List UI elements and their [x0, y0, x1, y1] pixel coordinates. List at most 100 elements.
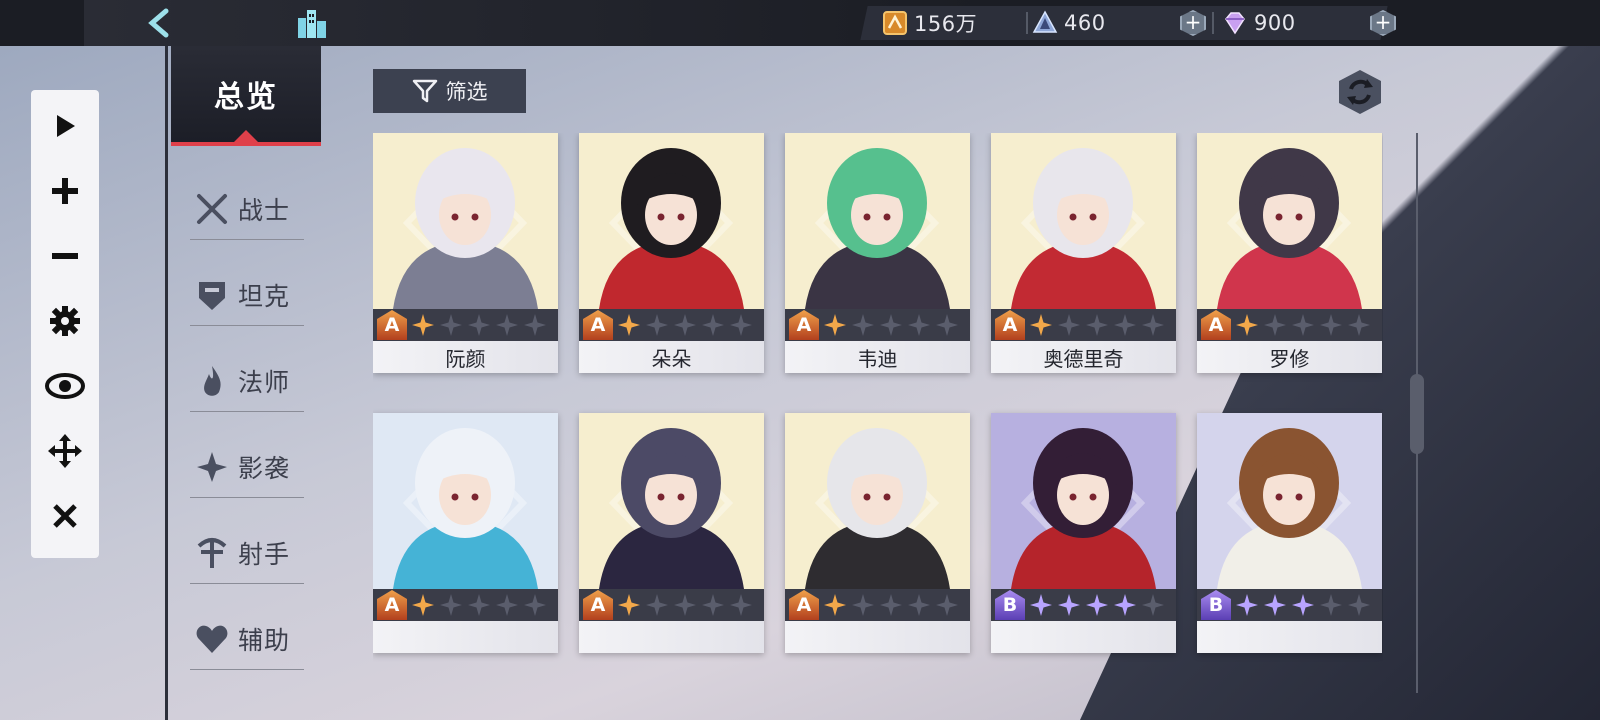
hero-name — [1197, 621, 1382, 653]
nav-rail — [165, 46, 168, 720]
filter-button[interactable]: 筛选 — [373, 69, 526, 113]
crossed-swords-icon — [194, 191, 230, 227]
rank-badge: B — [1201, 590, 1231, 620]
star-empty-icon — [1142, 594, 1164, 616]
city-icon — [298, 10, 326, 38]
star-empty-icon — [936, 314, 958, 336]
tab-assassin-label: 影袭 — [238, 453, 291, 483]
star-empty-icon — [936, 594, 958, 616]
star-empty-icon — [908, 594, 930, 616]
shuriken-icon — [194, 449, 230, 485]
star-empty-icon — [496, 314, 518, 336]
hero-card[interactable]: A 阮颜 — [373, 133, 558, 373]
star-empty-icon — [1292, 314, 1314, 336]
tab-support[interactable]: 辅助 — [190, 608, 304, 670]
hero-card[interactable]: A 罗修 — [1197, 133, 1382, 373]
tab-tank[interactable]: 坦克 — [190, 264, 304, 326]
rank-badge: A — [789, 310, 819, 340]
star-empty-icon — [1320, 594, 1342, 616]
bow-icon — [194, 535, 230, 571]
settings-button[interactable] — [41, 297, 89, 344]
home-button[interactable] — [294, 4, 330, 42]
hero-card[interactable]: A 奥德里奇 — [991, 133, 1176, 373]
star-filled-icon — [1236, 594, 1258, 616]
hero-name: 朵朵 — [579, 341, 764, 373]
funnel-icon — [412, 79, 437, 103]
star-empty-icon — [702, 314, 724, 336]
rank-bar: A — [373, 309, 558, 341]
hero-card[interactable]: A — [785, 413, 970, 653]
hero-portrait — [1197, 413, 1382, 589]
star-empty-icon — [730, 314, 752, 336]
hero-portrait — [579, 413, 764, 589]
helmet-icon — [194, 277, 230, 313]
rank-badge: A — [789, 590, 819, 620]
star-empty-icon — [440, 594, 462, 616]
star-empty-icon — [908, 314, 930, 336]
hero-portrait — [373, 133, 558, 309]
refresh-button[interactable] — [1336, 68, 1384, 116]
hero-card[interactable]: B — [991, 413, 1176, 653]
tab-overview-label: 总览 — [214, 80, 278, 115]
top-bar: 156万 460 + 900 + — [0, 0, 1600, 46]
star-empty-icon — [730, 594, 752, 616]
zoom-in-button[interactable] — [41, 167, 89, 214]
tab-assassin[interactable]: 影袭 — [190, 436, 304, 498]
star-empty-icon — [524, 594, 546, 616]
refresh-icon — [1339, 70, 1381, 114]
star-filled-icon — [1086, 594, 1108, 616]
hero-card[interactable]: A 朵朵 — [579, 133, 764, 373]
star-empty-icon — [1320, 314, 1342, 336]
star-empty-icon — [496, 594, 518, 616]
tab-support-label: 辅助 — [238, 625, 291, 655]
eye-icon — [45, 373, 85, 400]
hero-name: 奥德里奇 — [991, 341, 1176, 373]
hero-portrait — [991, 133, 1176, 309]
close-button[interactable] — [41, 493, 89, 540]
star-filled-icon — [618, 314, 640, 336]
tab-warrior[interactable]: 战士 — [190, 178, 304, 240]
diamond-icon — [1225, 12, 1245, 35]
star-empty-icon — [702, 594, 724, 616]
hero-card[interactable]: A — [373, 413, 558, 653]
star-empty-icon — [1348, 594, 1370, 616]
play-button[interactable] — [41, 102, 89, 149]
star-empty-icon — [1114, 314, 1136, 336]
active-indicator — [234, 130, 258, 142]
tab-marksman[interactable]: 射手 — [190, 522, 304, 584]
gold-coin-icon — [883, 11, 907, 35]
diamond-currency: 900 — [1222, 7, 1296, 39]
hero-portrait — [1197, 133, 1382, 309]
hero-portrait — [991, 413, 1176, 589]
rank-bar: B — [991, 589, 1176, 621]
move-button[interactable] — [41, 428, 89, 475]
star-filled-icon — [1058, 594, 1080, 616]
heart-icon — [194, 621, 230, 657]
back-button[interactable] — [140, 4, 176, 42]
star-filled-icon — [1030, 594, 1052, 616]
star-empty-icon — [674, 594, 696, 616]
star-empty-icon — [852, 314, 874, 336]
divider — [1212, 12, 1214, 34]
gear-icon — [50, 305, 80, 336]
hero-card[interactable]: A 韦迪 — [785, 133, 970, 373]
star-filled-icon — [1236, 314, 1258, 336]
star-empty-icon — [468, 314, 490, 336]
crystal-icon — [1032, 10, 1058, 33]
star-filled-icon — [824, 594, 846, 616]
rank-badge: A — [377, 310, 407, 340]
floating-toolbar — [31, 90, 99, 558]
hero-card[interactable]: B — [1197, 413, 1382, 653]
tab-mage[interactable]: 法师 — [190, 350, 304, 412]
close-icon — [53, 504, 77, 529]
tab-overview[interactable]: 总览 — [171, 46, 321, 146]
rank-badge: A — [377, 590, 407, 620]
star-empty-icon — [1264, 314, 1286, 336]
zoom-out-button[interactable] — [41, 232, 89, 279]
diamond-amount: 900 — [1254, 11, 1296, 35]
rank-bar: B — [1197, 589, 1382, 621]
rank-badge: A — [583, 310, 613, 340]
visibility-button[interactable] — [41, 363, 89, 410]
hero-card[interactable]: A — [579, 413, 764, 653]
scrollbar-thumb[interactable] — [1410, 374, 1424, 454]
